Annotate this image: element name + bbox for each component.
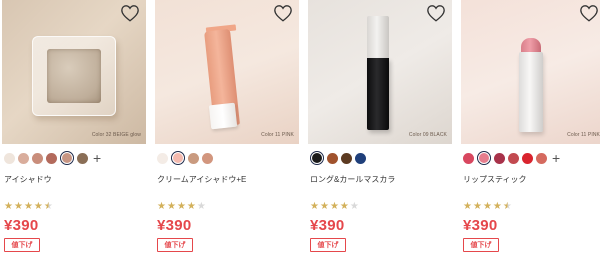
color-swatches: [157, 151, 213, 165]
color-swatch[interactable]: [494, 152, 505, 164]
color-caption: Color 11 PINK: [567, 132, 600, 138]
star-icon: ★: [23, 201, 33, 212]
product-name[interactable]: ロング&カールマスカラ: [310, 174, 395, 185]
color-swatch[interactable]: [60, 151, 74, 165]
star-icon: ★: [329, 201, 339, 212]
favorite-heart-icon[interactable]: [426, 4, 446, 22]
rating-stars: ★ ★ ★ ★ ★: [4, 202, 53, 212]
color-swatch[interactable]: [310, 151, 324, 165]
product-name[interactable]: クリームアイシャドウ+E: [157, 174, 246, 185]
star-icon: ★: [492, 201, 502, 212]
tube-cap: [208, 102, 238, 130]
color-swatches: +: [4, 151, 101, 165]
star-icon: ★: [157, 201, 166, 212]
product-card-cream-eyeshadow[interactable]: Color 11 PINK クリームアイシャドウ+E ★ ★ ★ ★ ★ ¥390 値下…: [155, 0, 299, 259]
star-icon: ★: [472, 201, 482, 212]
star-icon: ★: [502, 201, 512, 212]
color-swatch[interactable]: [171, 151, 185, 165]
rating-stars: ★ ★ ★ ★ ★: [463, 202, 512, 212]
product-card-lipstick[interactable]: Color 11 PINK + リップスティック ★ ★ ★ ★ ★ ¥390 値下げ: [461, 0, 600, 259]
color-swatch[interactable]: [341, 152, 352, 164]
color-caption: Color 32 BEIGE glow: [91, 132, 141, 138]
product-price: ¥390: [463, 217, 498, 234]
color-swatch[interactable]: [46, 152, 57, 164]
star-icon: ★: [349, 201, 359, 212]
product-price: ¥390: [157, 217, 192, 234]
color-swatches: +: [463, 151, 560, 165]
color-swatch[interactable]: [202, 152, 213, 164]
mascara-cap: [367, 16, 389, 60]
star-icon: ★: [43, 201, 53, 212]
star-icon: ★: [463, 201, 472, 212]
mascara-illustration: [367, 58, 389, 130]
product-image[interactable]: Color 09 BLACK: [308, 0, 452, 144]
star-icon: ★: [33, 201, 43, 212]
product-card-mascara[interactable]: Color 09 BLACK ロング&カールマスカラ ★ ★ ★ ★ ★ ¥390 値下…: [308, 0, 452, 259]
star-icon: ★: [13, 201, 23, 212]
color-swatch[interactable]: [32, 152, 43, 164]
color-swatch[interactable]: [522, 152, 533, 164]
product-image[interactable]: Color 11 PINK: [155, 0, 299, 144]
favorite-heart-icon[interactable]: [579, 4, 599, 22]
star-icon: ★: [310, 201, 319, 212]
price-drop-badge: 値下げ: [157, 238, 193, 252]
product-image[interactable]: Color 11 PINK: [461, 0, 600, 144]
star-icon: ★: [166, 201, 176, 212]
color-caption: Color 11 PINK: [261, 132, 294, 138]
color-swatch[interactable]: [77, 152, 88, 164]
color-swatch[interactable]: [536, 152, 547, 164]
color-swatch[interactable]: [355, 152, 366, 164]
color-swatch[interactable]: [18, 152, 29, 164]
star-icon: ★: [176, 201, 186, 212]
star-icon: ★: [339, 201, 349, 212]
favorite-heart-icon[interactable]: [120, 4, 140, 22]
color-swatch[interactable]: [477, 151, 491, 165]
product-price: ¥390: [4, 217, 39, 234]
more-colors-plus-icon[interactable]: +: [552, 151, 560, 165]
color-swatch[interactable]: [157, 152, 168, 164]
rating-stars: ★ ★ ★ ★ ★: [310, 202, 359, 212]
color-swatches: [310, 151, 366, 165]
product-card-eyeshadow[interactable]: Color 32 BEIGE glow + アイシャドウ ★ ★ ★ ★ ★ ¥390 …: [2, 0, 146, 259]
price-drop-badge: 値下げ: [4, 238, 40, 252]
color-swatch[interactable]: [508, 152, 519, 164]
star-icon: ★: [319, 201, 329, 212]
product-name[interactable]: アイシャドウ: [4, 174, 52, 185]
favorite-heart-icon[interactable]: [273, 4, 293, 22]
compact-illustration: [32, 36, 116, 116]
price-drop-badge: 値下げ: [463, 238, 499, 252]
star-icon: ★: [186, 201, 196, 212]
star-icon: ★: [4, 201, 13, 212]
color-caption: Color 09 BLACK: [408, 132, 447, 138]
color-swatch[interactable]: [463, 152, 474, 164]
price-drop-badge: 値下げ: [310, 238, 346, 252]
product-grid: Color 32 BEIGE glow + アイシャドウ ★ ★ ★ ★ ★ ¥390 …: [0, 0, 600, 259]
product-image[interactable]: Color 32 BEIGE glow: [2, 0, 146, 144]
star-icon: ★: [196, 201, 206, 212]
more-colors-plus-icon[interactable]: +: [93, 151, 101, 165]
lipstick-illustration: [519, 52, 543, 132]
color-swatch[interactable]: [188, 152, 199, 164]
color-swatch[interactable]: [4, 152, 15, 164]
color-swatch[interactable]: [327, 152, 338, 164]
product-name[interactable]: リップスティック: [463, 174, 527, 185]
rating-stars: ★ ★ ★ ★ ★: [157, 202, 206, 212]
star-icon: ★: [482, 201, 492, 212]
product-price: ¥390: [310, 217, 345, 234]
